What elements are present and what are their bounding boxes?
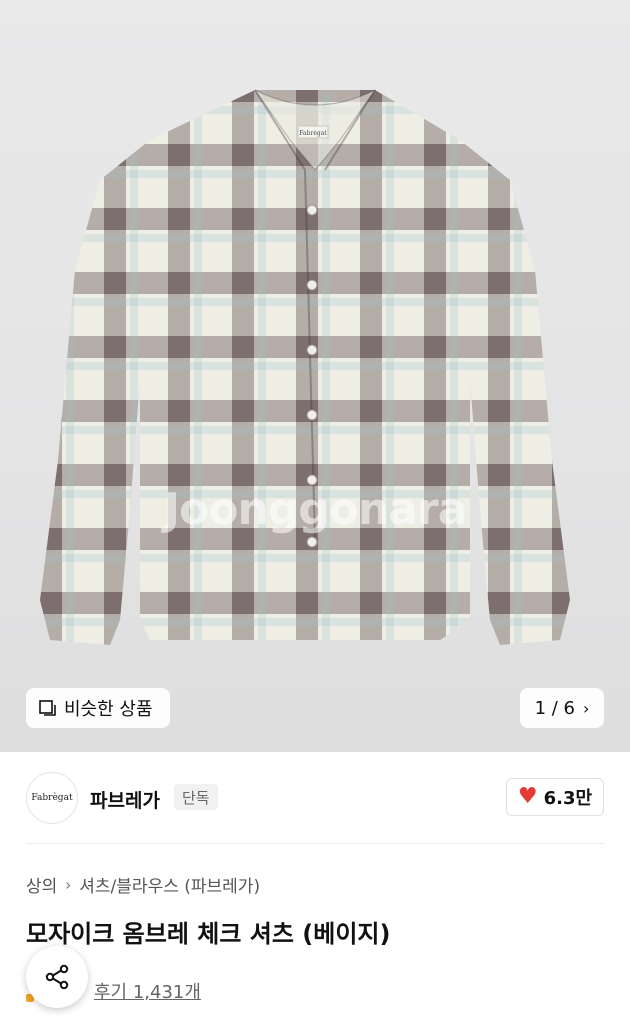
like-button[interactable]: ♥ 6.3만 (506, 778, 604, 816)
collar-label-tag: Fabrègat (299, 130, 327, 137)
breadcrumb-level1[interactable]: 상의 (26, 872, 57, 897)
share-button[interactable] (26, 946, 88, 1008)
breadcrumb-level2[interactable]: 셔츠/블라우스 (파브레가) (79, 872, 260, 897)
divider (26, 843, 604, 844)
similar-products-label: 비슷한 상품 (64, 699, 153, 720)
exclusive-badge: 단독 (174, 784, 218, 810)
watermark-text: Joonggonara (163, 484, 468, 535)
image-pagination-text: 1 / 6 (534, 697, 575, 719)
copy-icon (39, 700, 56, 716)
brand-logo[interactable]: Fabrègat (26, 772, 78, 824)
brand-logo-text: Fabrègat (31, 793, 73, 803)
heart-icon: ♥ (517, 784, 538, 809)
product-image-area[interactable]: Fabrègat Joonggonara 비슷한 상품 1 / 6 › (0, 0, 630, 752)
similar-products-button[interactable]: 비슷한 상품 (26, 688, 170, 728)
chevron-right-icon: › (65, 875, 72, 894)
chevron-right-icon: › (583, 698, 590, 718)
like-count: 6.3만 (543, 788, 593, 809)
share-icon (45, 964, 69, 990)
image-pagination-button[interactable]: 1 / 6 › (520, 688, 604, 728)
breadcrumb: 상의 › 셔츠/블라우스 (파브레가) (26, 872, 260, 898)
review-link[interactable]: 후기 1,431개 (94, 978, 201, 1004)
brand-name[interactable]: 파브레가 (90, 786, 160, 813)
product-photo-shirt[interactable]: Fabrègat (40, 80, 590, 660)
product-title: 모자이크 옴브레 체크 셔츠 (베이지) (26, 920, 391, 948)
brand-row: Fabrègat 파브레가 단독 ♥ 6.3만 (26, 772, 604, 826)
